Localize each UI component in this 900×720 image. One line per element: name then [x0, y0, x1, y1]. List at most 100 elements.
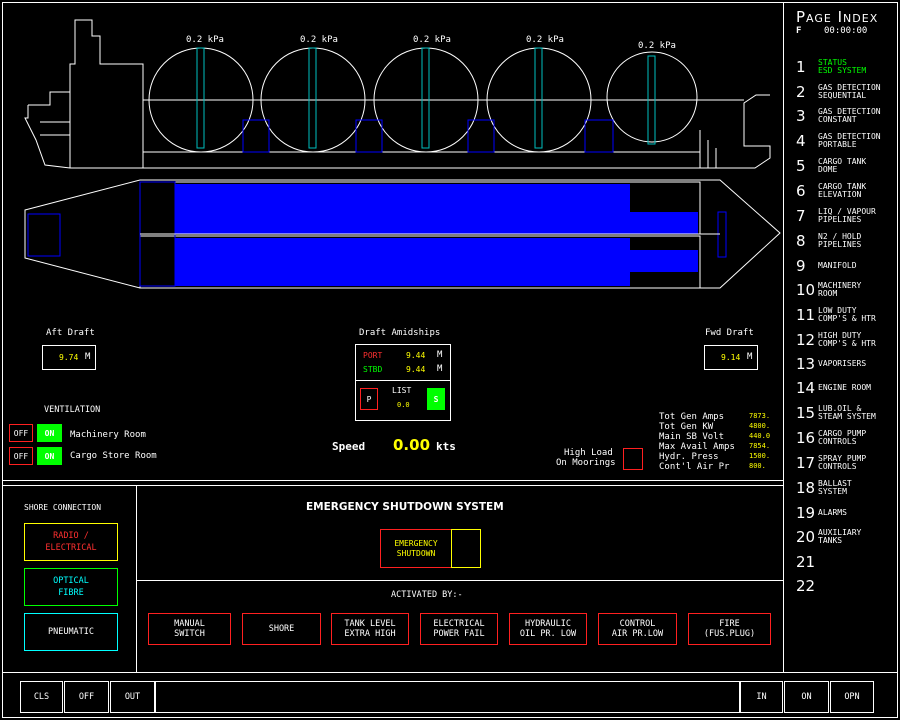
page-index-number: 17 [796, 454, 816, 472]
aft-draft-unit: M [85, 352, 91, 362]
pneumatic-button[interactable]: PNEUMATIC [24, 613, 118, 651]
ventilation-title: VENTILATION [44, 405, 101, 415]
cargo-store-vent-on-button[interactable]: ON [37, 447, 62, 465]
page-index-item-14[interactable]: 14 ENGINE ROOM [796, 379, 871, 397]
page-index-item-7[interactable]: 7 LIQ / VAPOUR PIPELINES [796, 207, 876, 225]
high-load-line2: On Moorings [556, 458, 616, 468]
page-index-item-9[interactable]: 9 MANIFOLD [796, 257, 857, 275]
fwd-draft-unit: M [747, 352, 753, 362]
cause-power-fail[interactable]: ELECTRICAL POWER FAIL [420, 613, 498, 645]
page-index-item-11[interactable]: 11 LOW DUTY COMP'S & HTR [796, 306, 876, 324]
page-index-item-19[interactable]: 19 ALARMS [796, 504, 847, 522]
tank-3-pressure: 0.2 kPa [413, 35, 451, 45]
power-row: Main SB Volt 440.0 [659, 432, 771, 442]
page-index-title: Page Index [796, 8, 879, 26]
port-value: 9.44 [406, 351, 426, 360]
fwd-draft-value: 9.14 [721, 353, 741, 362]
port-unit: M [437, 350, 443, 360]
stbd-unit: M [437, 364, 443, 374]
page-index-label: CARGO TANK DOME [818, 156, 867, 174]
high-load-line1: High Load [564, 448, 613, 458]
page-index-number: 8 [796, 232, 806, 250]
right-divider [783, 2, 784, 672]
cls-button[interactable]: CLS [20, 681, 63, 713]
esd-title: EMERGENCY SHUTDOWN SYSTEM [306, 501, 504, 513]
page-index-item-3[interactable]: 3 GAS DETECTION CONSTANT [796, 107, 881, 125]
page-index-number: 16 [796, 429, 816, 447]
cargo-store-vent-label: Cargo Store Room [70, 451, 157, 461]
machinery-vent-off-button[interactable]: OFF [9, 424, 33, 442]
page-index-label: SPRAY PUMP CONTROLS [818, 453, 867, 471]
cargo-fill-port [175, 184, 630, 234]
page-index-item-5[interactable]: 5 CARGO TANK DOME [796, 157, 866, 175]
page-index-item-21[interactable]: 21 [796, 553, 818, 571]
page-index-label: ALARMS [818, 507, 847, 517]
high-load-indicator[interactable] [623, 448, 643, 470]
page-index-number: 14 [796, 379, 816, 397]
page-index-item-6[interactable]: 6 CARGO TANK ELEVATION [796, 182, 866, 200]
esd-indicator [451, 529, 481, 568]
cause-fire[interactable]: FIRE (FUS.PLUG) [688, 613, 771, 645]
power-table: Tot Gen Amps 7873. Tot Gen KW 4800. Main S… [659, 412, 771, 472]
amidships-label: Draft Amidships [359, 328, 441, 338]
speed-unit: kts [436, 440, 456, 453]
hull-elevation [24, 94, 771, 169]
page-index-item-17[interactable]: 17 SPRAY PUMP CONTROLS [796, 454, 866, 472]
page-index-label: GAS DETECTION PORTABLE [818, 131, 881, 149]
cause-hydraulic[interactable]: HYDRAULIC OIL PR. LOW [509, 613, 587, 645]
radio-electrical-button[interactable]: RADIO / ELECTRICAL [24, 523, 118, 561]
tank-2-pressure: 0.2 kPa [300, 35, 338, 45]
mid-divider [2, 480, 783, 481]
list-stbd-button[interactable]: S [427, 388, 445, 410]
stbd-value: 9.44 [406, 365, 426, 374]
ballast-boxes [242, 119, 614, 153]
page-index-number: 4 [796, 132, 806, 150]
page-index-item-4[interactable]: 4 GAS DETECTION PORTABLE [796, 132, 881, 150]
opn-button[interactable]: OPN [830, 681, 874, 713]
superstructure-front [28, 91, 70, 106]
page-index-item-15[interactable]: 15 LUB.OIL & STEAM SYSTEM [796, 404, 876, 422]
cause-manual-switch[interactable]: MANUAL SWITCH [148, 613, 231, 645]
speed-value: 0.00 [393, 436, 431, 454]
page-index-item-2[interactable]: 2 GAS DETECTION SEQUENTIAL [796, 83, 881, 101]
cause-control-air[interactable]: CONTROL AIR PR.LOW [598, 613, 677, 645]
optical-fibre-button[interactable]: OPTICAL FIBRE [24, 568, 118, 606]
page-index-number: 10 [796, 281, 816, 299]
off-button[interactable]: OFF [64, 681, 109, 713]
aft-draft-label: Aft Draft [46, 328, 95, 338]
port-label: PORT [363, 351, 383, 360]
bottom-divider [2, 672, 898, 673]
cargo-store-vent-off-button[interactable]: OFF [9, 447, 33, 465]
page-index-label: HIGH DUTY COMP'S & HTR [818, 330, 876, 348]
page-index-number: 5 [796, 157, 806, 175]
page-index-item-10[interactable]: 10 MACHINERY ROOM [796, 281, 861, 299]
cause-tank-level[interactable]: TANK LEVEL EXTRA HIGH [331, 613, 409, 645]
page-index-item-20[interactable]: 20 AUXILIARY TANKS [796, 528, 861, 546]
page-index-item-13[interactable]: 13 VAPORISERS [796, 355, 866, 373]
tank-5-pressure: 0.2 kPa [638, 41, 676, 51]
aft-draft-value: 9.74 [59, 353, 79, 362]
list-port-button[interactable]: P [360, 388, 378, 410]
page-index-item-1[interactable]: 1 STATUS ESD SYSTEM [796, 58, 866, 76]
page-index-number: 13 [796, 355, 816, 373]
on-button[interactable]: ON [784, 681, 829, 713]
shore-title: SHORE CONNECTION [24, 503, 102, 512]
page-index-item-18[interactable]: 18 BALLAST SYSTEM [796, 479, 852, 497]
page-index-label: GAS DETECTION SEQUENTIAL [818, 82, 881, 100]
page-index-item-22[interactable]: 22 [796, 577, 818, 595]
machinery-vent-on-button[interactable]: ON [37, 424, 62, 442]
page-index-number: 11 [796, 306, 816, 324]
page-index-item-16[interactable]: 16 CARGO PUMP CONTROLS [796, 429, 866, 447]
tank-5 [606, 51, 698, 143]
cause-shore[interactable]: SHORE [242, 613, 321, 645]
page-index-number: 3 [796, 107, 806, 125]
in-button[interactable]: IN [740, 681, 783, 713]
out-button[interactable]: OUT [110, 681, 155, 713]
page-index-item-12[interactable]: 12 HIGH DUTY COMP'S & HTR [796, 331, 876, 349]
page-index-label: GAS DETECTION CONSTANT [818, 106, 881, 124]
esd-button[interactable]: EMERGENCY SHUTDOWN [382, 539, 450, 559]
page-index-label: VAPORISERS [818, 358, 867, 368]
tank-4-pressure: 0.2 kPa [526, 35, 564, 45]
clock: 00:00:00 [824, 26, 868, 36]
page-index-item-8[interactable]: 8 N2 / HOLD PIPELINES [796, 232, 861, 250]
